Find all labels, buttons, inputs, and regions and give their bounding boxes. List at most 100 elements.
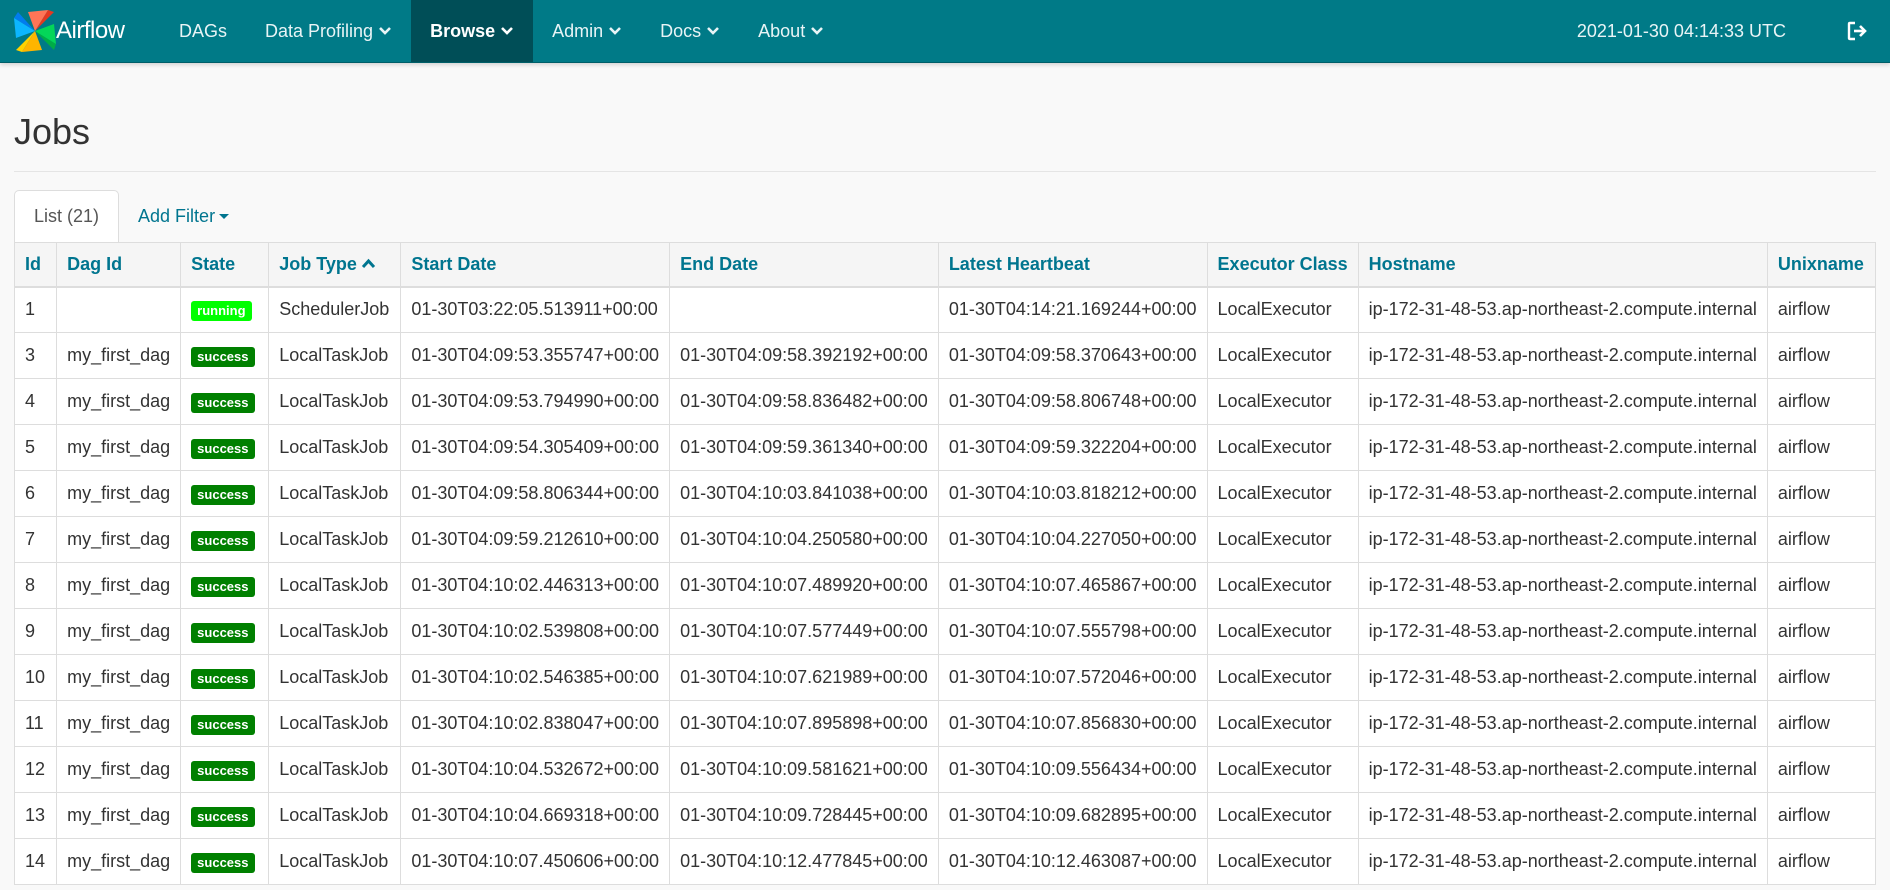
cell-end-date-text: 01-30T04:10:07.577449+00:00 bbox=[680, 621, 928, 641]
cell-executor-class-text: LocalExecutor bbox=[1217, 621, 1332, 641]
cell-start-date: 01-30T04:10:04.669318+00:00 bbox=[400, 792, 671, 839]
cell-state: success bbox=[180, 792, 270, 839]
cell-end-date bbox=[669, 286, 939, 333]
table-row: 13 my_first_dag success LocalTaskJob 01-30T0… bbox=[13, 792, 1877, 839]
nav-item-docs[interactable]: Docs bbox=[641, 0, 739, 62]
cell-dag-id: my_first_dag bbox=[56, 654, 182, 701]
cell-id-text: 12 bbox=[25, 759, 46, 779]
chevron-down-icon bbox=[608, 24, 622, 38]
cell-end-date-text: 01-30T04:10:12.477845+00:00 bbox=[680, 851, 928, 871]
cell-end-date: 01-30T04:09:58.836482+00:00 bbox=[669, 378, 939, 425]
cell-dag-id-text: my_first_dag bbox=[67, 529, 171, 549]
cell-unixname: airflow bbox=[1766, 516, 1877, 563]
cell-hostname: ip-172-31-48-53.ap-northeast-2.compute.i… bbox=[1357, 608, 1768, 655]
cell-state: success bbox=[180, 700, 270, 747]
cell-dag-id: my_first_dag bbox=[56, 378, 182, 425]
cell-end-date: 01-30T04:09:58.392192+00:00 bbox=[669, 332, 939, 379]
cell-id: 13 bbox=[13, 792, 58, 839]
logout-button[interactable] bbox=[1824, 0, 1890, 62]
cell-unixname-text: airflow bbox=[1777, 391, 1830, 411]
cell-start-date-text: 01-30T04:10:07.450606+00:00 bbox=[411, 851, 660, 871]
cell-start-date-text: 01-30T04:09:58.806344+00:00 bbox=[411, 483, 660, 503]
nav-item-label: Data Profiling bbox=[265, 20, 374, 41]
status-badge: success bbox=[191, 806, 255, 827]
cell-executor-class-text: LocalExecutor bbox=[1217, 713, 1332, 733]
table-row: 6 my_first_dag success LocalTaskJob 01-30T04… bbox=[13, 470, 1877, 517]
jobs-table: Id Dag Id State Job Type Start Date End … bbox=[13, 242, 1877, 885]
cell-job-type-text: LocalTaskJob bbox=[279, 483, 389, 503]
cell-latest-heartbeat-text: 01-30T04:10:07.572046+00:00 bbox=[948, 667, 1197, 687]
cell-hostname-text: ip-172-31-48-53.ap-northeast-2.compute.i… bbox=[1368, 345, 1757, 365]
nav-item-about[interactable]: About bbox=[739, 0, 843, 62]
cell-job-type-text: LocalTaskJob bbox=[279, 851, 389, 871]
cell-executor-class: LocalExecutor bbox=[1206, 332, 1359, 379]
nav-item-dags[interactable]: DAGs bbox=[160, 0, 246, 62]
column-header-job-type[interactable]: Job Type bbox=[268, 242, 402, 288]
cell-executor-class-text: LocalExecutor bbox=[1217, 667, 1332, 687]
cell-hostname: ip-172-31-48-53.ap-northeast-2.compute.i… bbox=[1357, 470, 1768, 517]
cell-hostname-text: ip-172-31-48-53.ap-northeast-2.compute.i… bbox=[1368, 437, 1757, 457]
cell-id: 1 bbox=[13, 286, 58, 333]
chevron-down-icon bbox=[706, 24, 720, 38]
cell-executor-class-text: LocalExecutor bbox=[1217, 805, 1332, 825]
cell-id-text: 3 bbox=[25, 345, 36, 365]
cell-job-type: LocalTaskJob bbox=[268, 424, 402, 471]
cell-id-text: 9 bbox=[25, 621, 36, 641]
column-header-start-date[interactable]: Start Date bbox=[400, 242, 671, 288]
cell-end-date: 01-30T04:10:07.895898+00:00 bbox=[669, 700, 939, 747]
cell-hostname: ip-172-31-48-53.ap-northeast-2.compute.i… bbox=[1357, 838, 1768, 885]
nav-right: 2021-01-30 04:14:33 UTC bbox=[1577, 0, 1890, 62]
cell-hostname-text: ip-172-31-48-53.ap-northeast-2.compute.i… bbox=[1368, 391, 1757, 411]
add-filter-dropdown[interactable]: Add Filter bbox=[119, 190, 248, 242]
cell-latest-heartbeat-text: 01-30T04:09:58.806748+00:00 bbox=[948, 391, 1197, 411]
cell-dag-id: my_first_dag bbox=[56, 746, 182, 793]
column-header-state[interactable]: State bbox=[180, 242, 270, 288]
column-header-end-date[interactable]: End Date bbox=[669, 242, 939, 288]
status-badge: success bbox=[191, 392, 255, 413]
column-header-hostname[interactable]: Hostname bbox=[1357, 242, 1768, 288]
column-header-executor-class[interactable]: Executor Class bbox=[1206, 242, 1359, 288]
nav-item-browse[interactable]: Browse bbox=[411, 0, 534, 62]
nav-item-admin[interactable]: Admin bbox=[533, 0, 641, 62]
cell-dag-id: my_first_dag bbox=[56, 792, 182, 839]
airflow-logo-link[interactable]: Airflow bbox=[0, 0, 160, 62]
cell-dag-id bbox=[56, 286, 182, 333]
status-badge: running bbox=[191, 300, 252, 321]
cell-latest-heartbeat: 01-30T04:10:09.556434+00:00 bbox=[937, 746, 1208, 793]
cell-job-type-text: LocalTaskJob bbox=[279, 575, 389, 595]
cell-id: 4 bbox=[13, 378, 58, 425]
cell-latest-heartbeat: 01-30T04:10:07.572046+00:00 bbox=[937, 654, 1208, 701]
cell-hostname: ip-172-31-48-53.ap-northeast-2.compute.i… bbox=[1357, 654, 1768, 701]
cell-hostname-text: ip-172-31-48-53.ap-northeast-2.compute.i… bbox=[1368, 759, 1757, 779]
cell-latest-heartbeat: 01-30T04:10:12.463087+00:00 bbox=[937, 838, 1208, 885]
cell-unixname: airflow bbox=[1766, 746, 1877, 793]
cell-latest-heartbeat: 01-30T04:10:04.227050+00:00 bbox=[937, 516, 1208, 563]
cell-job-type: LocalTaskJob bbox=[268, 654, 402, 701]
cell-hostname-text: ip-172-31-48-53.ap-northeast-2.compute.i… bbox=[1368, 851, 1757, 871]
cell-end-date-text: 01-30T04:09:58.836482+00:00 bbox=[680, 391, 928, 411]
column-header-dag-id[interactable]: Dag Id bbox=[56, 242, 182, 288]
cell-unixname: airflow bbox=[1766, 700, 1877, 747]
cell-dag-id: my_first_dag bbox=[56, 700, 182, 747]
tab-list[interactable]: List (21) bbox=[14, 190, 120, 242]
nav-item-data-profiling[interactable]: Data Profiling bbox=[246, 0, 411, 62]
cell-hostname-text: ip-172-31-48-53.ap-northeast-2.compute.i… bbox=[1368, 667, 1757, 687]
cell-state: success bbox=[180, 608, 270, 655]
cell-unixname-text: airflow bbox=[1777, 805, 1830, 825]
cell-start-date-text: 01-30T04:10:02.539808+00:00 bbox=[411, 621, 660, 641]
cell-latest-heartbeat: 01-30T04:10:07.465867+00:00 bbox=[937, 562, 1208, 609]
table-row: 14 my_first_dag success LocalTaskJob 01-30T0… bbox=[13, 838, 1877, 885]
chevron-down-icon bbox=[810, 24, 824, 38]
cell-hostname: ip-172-31-48-53.ap-northeast-2.compute.i… bbox=[1357, 700, 1768, 747]
cell-start-date: 01-30T03:22:05.513911+00:00 bbox=[400, 286, 671, 333]
cell-start-date: 01-30T04:09:54.305409+00:00 bbox=[400, 424, 671, 471]
column-header-unixname[interactable]: Unixname bbox=[1766, 242, 1877, 288]
cell-end-date-text: 01-30T04:10:07.489920+00:00 bbox=[680, 575, 928, 595]
cell-unixname-text: airflow bbox=[1777, 667, 1830, 687]
cell-end-date: 01-30T04:10:03.841038+00:00 bbox=[669, 470, 939, 517]
column-header-latest-heartbeat[interactable]: Latest Heartbeat bbox=[937, 242, 1208, 288]
cell-start-date-text: 01-30T04:09:54.305409+00:00 bbox=[411, 437, 660, 457]
cell-dag-id-text: my_first_dag bbox=[67, 483, 171, 503]
cell-start-date-text: 01-30T04:10:02.446313+00:00 bbox=[411, 575, 660, 595]
column-header-id[interactable]: Id bbox=[13, 242, 58, 288]
